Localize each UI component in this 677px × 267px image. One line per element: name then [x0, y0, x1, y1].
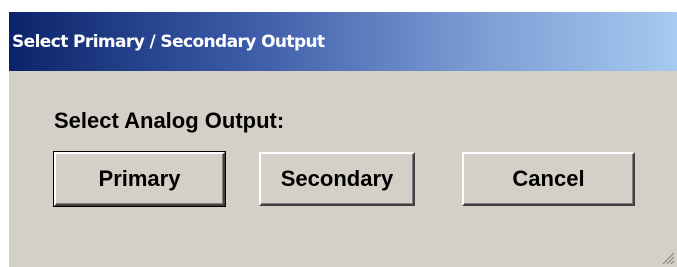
- primary-button[interactable]: Primary: [53, 151, 226, 207]
- analog-output-prompt: Select Analog Output:: [54, 108, 285, 133]
- dialog-window: Select Primary / Secondary Output Select…: [8, 11, 677, 267]
- secondary-button[interactable]: Secondary: [259, 152, 415, 206]
- resize-grip-icon[interactable]: [659, 249, 675, 265]
- window-title: Select Primary / Secondary Output: [12, 32, 325, 52]
- cancel-button[interactable]: Cancel: [462, 152, 635, 206]
- title-bar[interactable]: Select Primary / Secondary Output: [9, 12, 677, 71]
